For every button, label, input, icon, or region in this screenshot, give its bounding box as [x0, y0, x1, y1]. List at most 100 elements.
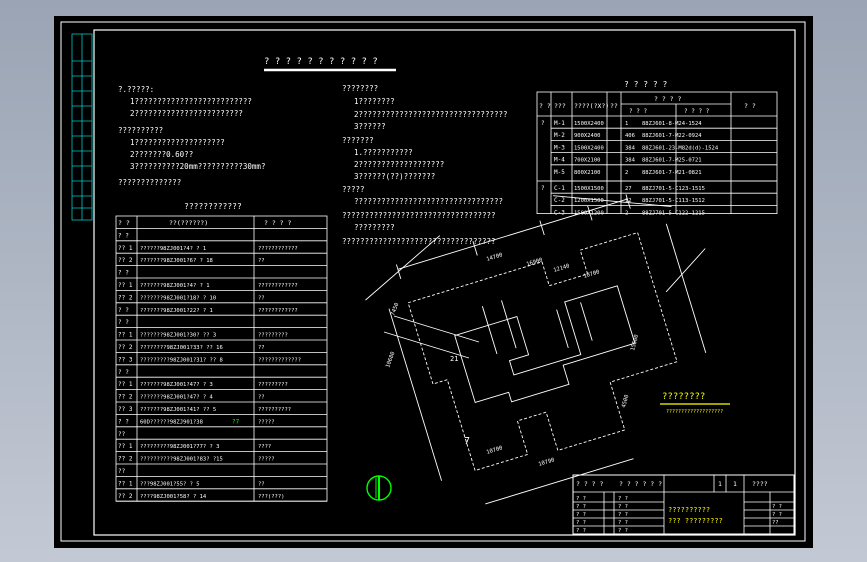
construction-table-part-cell: ? ?	[118, 232, 129, 239]
svg-text:7450: 7450	[390, 302, 400, 317]
cad-viewport[interactable]: ? ? ? ? ? ? ? ? ? ? ? ?.?????: 1????????…	[54, 16, 813, 548]
title-block-cell: ? ? ? ? ? ?	[619, 480, 662, 488]
construction-table-method-cell: ???????98ZJ001?47? ? 3	[140, 382, 213, 388]
title-block-project: ??????????	[668, 506, 710, 514]
construction-table-area-cell: ????	[258, 444, 271, 450]
door-table-ref-cell: 88ZJ701-5-C113-1512	[642, 198, 705, 204]
construction-table-area-cell: ?????????	[258, 333, 288, 339]
svg-text:12140: 12140	[553, 263, 571, 274]
svg-text:3??????: 3??????	[354, 122, 386, 131]
svg-text:?????????: ?????????	[354, 223, 395, 232]
binding-strip	[71, 33, 93, 221]
svg-text:2?????????????????????????????: 2?????????????????????????????????	[354, 110, 508, 119]
construction-table-method-cell: ???????98ZJ001?6? ? 18	[140, 258, 213, 264]
title-block-sign-cell: ? ?	[618, 512, 628, 518]
construction-table-method-cell: 60D??????98ZJ901?38	[140, 419, 203, 425]
construction-table-header: ? ?	[118, 219, 130, 227]
door-table-header: ??	[610, 102, 618, 110]
door-table-ref-cell: 88ZJ601-23-M82d(d)-1524	[642, 145, 719, 151]
drawing-title: ? ? ? ? ? ? ? ? ? ? ?	[264, 57, 378, 67]
door-table-ref-cell: 88ZJ601-8-M24-1524	[642, 121, 702, 127]
door-table-ref-cell: 88ZJ601-7-M22-0924	[642, 133, 702, 139]
door-table-code-cell: M-4	[554, 157, 565, 164]
svg-text:1????????: 1????????	[354, 97, 395, 106]
title-block-role-cell: ? ?	[576, 496, 586, 502]
door-table-code-cell: C-1	[554, 185, 565, 192]
construction-table-part-cell: ?? 2	[118, 294, 133, 301]
svg-text:10790: 10790	[538, 457, 556, 468]
svg-text:???????: ???????	[342, 136, 374, 145]
construction-table-area-cell: ??	[258, 258, 265, 264]
construction-table-title: ????????????	[184, 202, 242, 211]
title-block-sign-cell: ? ?	[618, 496, 628, 502]
svg-text:2???????????????????: 2???????????????????	[354, 160, 444, 169]
construction-table-area-cell: ??	[258, 345, 265, 351]
title-block-role-cell: ? ?	[576, 512, 586, 518]
construction-table-part-cell: ? ?	[118, 307, 129, 314]
svg-text:1????????????????????: 1????????????????????	[130, 138, 225, 147]
svg-text:16900: 16900	[526, 257, 544, 268]
construction-table-part-cell: ?? 1	[118, 332, 133, 339]
door-table-title: ? ? ? ? ?	[624, 80, 668, 89]
title-block-meta-cell: ??	[772, 520, 779, 526]
construction-table-part-cell: ??	[118, 431, 126, 438]
construction-table-method-cell: ????98ZJ001?58? ? 14	[140, 494, 207, 500]
svg-text:1??????????????????????????: 1??????????????????????????	[130, 97, 252, 106]
construction-table-part-cell: ? ?	[118, 270, 129, 277]
door-table-code-cell: M-5	[554, 169, 565, 176]
svg-text:21: 21	[450, 355, 458, 363]
svg-text:10700: 10700	[486, 445, 504, 456]
plan-dimensions: 14700 16900 12140 10700 7450 10680 15500…	[385, 252, 640, 468]
construction-table-part-cell: ??	[118, 468, 126, 475]
door-table-header: ? ?	[744, 102, 756, 110]
construction-table: ???????????? ? ? ??(??????) ? ? ? ? ? ? ?? 1…	[115, 202, 328, 502]
door-table-qty-cell: 384	[625, 145, 636, 151]
construction-table-method-cell: ?????????98ZJ001?31? ?? 8	[140, 357, 223, 363]
construction-table-part-cell: ? ?	[118, 418, 129, 425]
door-table-ref-cell: 88ZJ701-5-C123-1515	[642, 186, 705, 192]
construction-table-area-cell: ?????	[258, 457, 275, 463]
construction-table-part-cell: ?? 1	[118, 480, 133, 487]
construction-table-part-cell: ?? 3	[118, 406, 133, 413]
svg-text:??????????????????????????????: ??????????????????????????????????	[342, 237, 496, 246]
cad-drawing: ? ? ? ? ? ? ? ? ? ? ? ?.?????: 1????????…	[60, 21, 806, 542]
construction-table-method-cell: ???????98ZJ001?47? ? 4	[140, 395, 214, 401]
svg-text:3??????????20mm??????????30mm?: 3??????????20mm??????????30mm?	[130, 162, 265, 171]
door-table-size-cell: 1500X2400	[574, 145, 604, 151]
door-table-qty-cell: 2	[625, 210, 628, 216]
door-table-size-cell: 700X2100	[574, 158, 601, 164]
title-block-sign-cell: ? ?	[618, 528, 628, 534]
door-table-code-cell: M-3	[554, 144, 565, 151]
door-table-ref-cell: 88ZJ701-5-C122-1215	[642, 210, 705, 216]
construction-table-area-cell: ??	[258, 481, 265, 487]
svg-text:??????????????????????????????: ??????????????????????????????????	[342, 211, 496, 220]
svg-text:2???????0.60??: 2???????0.60??	[130, 150, 193, 159]
door-table-code-cell: C-2	[554, 197, 565, 204]
construction-table-part-cell: ?? 3	[118, 356, 133, 363]
construction-table-method-cell: ??????98ZJ001?4? ? 1	[140, 246, 206, 252]
highlight-badge: ?7	[232, 418, 240, 425]
title-block-cell: ? ? ? ?	[576, 480, 603, 488]
door-table-type-cell: ?	[541, 185, 545, 192]
construction-table-area-cell: ??	[258, 295, 265, 301]
svg-text:10680: 10680	[385, 351, 396, 369]
title-block-drawing: ??? ?????????	[668, 517, 723, 525]
construction-table-method-cell: ????????98ZJ001?33? ?? 16	[140, 345, 223, 351]
svg-text:15500: 15500	[630, 334, 640, 352]
construction-table-area-cell: ????????????	[258, 308, 298, 314]
door-table-header: ????(?X?)	[574, 102, 609, 110]
construction-table-header: ? ? ? ?	[264, 219, 291, 227]
svg-text:??????????????????????????????: ?????????????????????????????????	[354, 197, 503, 206]
plan-sublabel: ???????????????????	[666, 409, 723, 415]
door-table-code-cell: M-1	[554, 120, 565, 127]
door-table-code-cell: C-3	[554, 209, 565, 216]
title-block-role-cell: ? ?	[576, 520, 586, 526]
door-table-qty-cell: 384	[625, 158, 636, 164]
door-table-size-cell: 1500X1500	[574, 186, 604, 192]
construction-table-part-cell: ?? 2	[118, 493, 133, 500]
svg-text:?.?????:: ?.?????:	[118, 85, 154, 94]
title-block-meta-cell: ? ?	[772, 512, 782, 518]
svg-text:14700: 14700	[486, 252, 504, 263]
svg-text:2????????????????????????: 2????????????????????????	[130, 109, 243, 118]
construction-table-area-cell: ??????????	[258, 407, 291, 413]
